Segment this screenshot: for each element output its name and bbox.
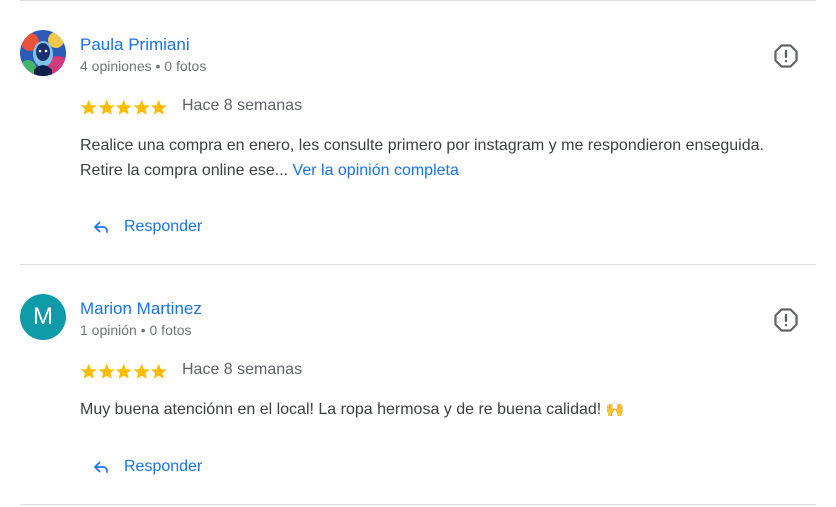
reviewer-meta: 1 opinión • 0 fotos <box>80 322 192 338</box>
review-text: Muy buena atenciónn en el local! La ropa… <box>80 397 780 422</box>
avatar[interactable] <box>20 30 66 76</box>
star-icon <box>150 363 167 379</box>
bottom-divider <box>20 504 816 505</box>
review-card: Paula Primiani 4 opiniones • 0 fotos Hac… <box>0 0 836 264</box>
star-icon <box>150 99 167 115</box>
star-rating <box>80 99 168 115</box>
star-icon <box>98 99 115 115</box>
star-icon <box>115 99 132 115</box>
review-date: Hace 8 semanas <box>182 361 303 378</box>
star-icon <box>80 99 97 115</box>
reply-label: Responder <box>124 218 203 235</box>
review-text: Realice una compra en enero, les consult… <box>80 133 780 183</box>
reviewer-meta: 4 opiniones • 0 fotos <box>80 58 207 74</box>
star-rating <box>80 363 168 379</box>
reply-arrow-icon <box>94 221 108 234</box>
star-icon <box>80 363 97 379</box>
star-icon <box>133 363 150 379</box>
reply-button[interactable]: Responder <box>88 449 206 485</box>
painted-portrait-avatar-icon <box>20 30 66 76</box>
read-more-link[interactable]: Ver la opinión completa <box>293 162 459 179</box>
reviewer-name[interactable]: Paula Primiani <box>80 35 190 55</box>
raising-hands-emoji: 🙌 <box>605 401 625 418</box>
reviewer-name[interactable]: Marion Martinez <box>80 299 202 319</box>
review-card: M Marion Martinez 1 opinión • 0 fotos Ha… <box>0 265 836 505</box>
star-icon <box>98 363 115 379</box>
reply-arrow-icon <box>94 461 108 474</box>
star-icon <box>133 99 150 115</box>
star-icon <box>115 363 132 379</box>
reply-label: Responder <box>124 458 203 475</box>
reply-button[interactable]: Responder <box>88 209 206 245</box>
report-flag-icon[interactable] <box>773 43 799 69</box>
report-flag-icon[interactable] <box>773 307 799 333</box>
review-text-body: Muy buena atenciónn en el local! La ropa… <box>80 401 606 418</box>
review-date: Hace 8 semanas <box>182 97 303 114</box>
avatar[interactable]: M <box>20 294 66 340</box>
